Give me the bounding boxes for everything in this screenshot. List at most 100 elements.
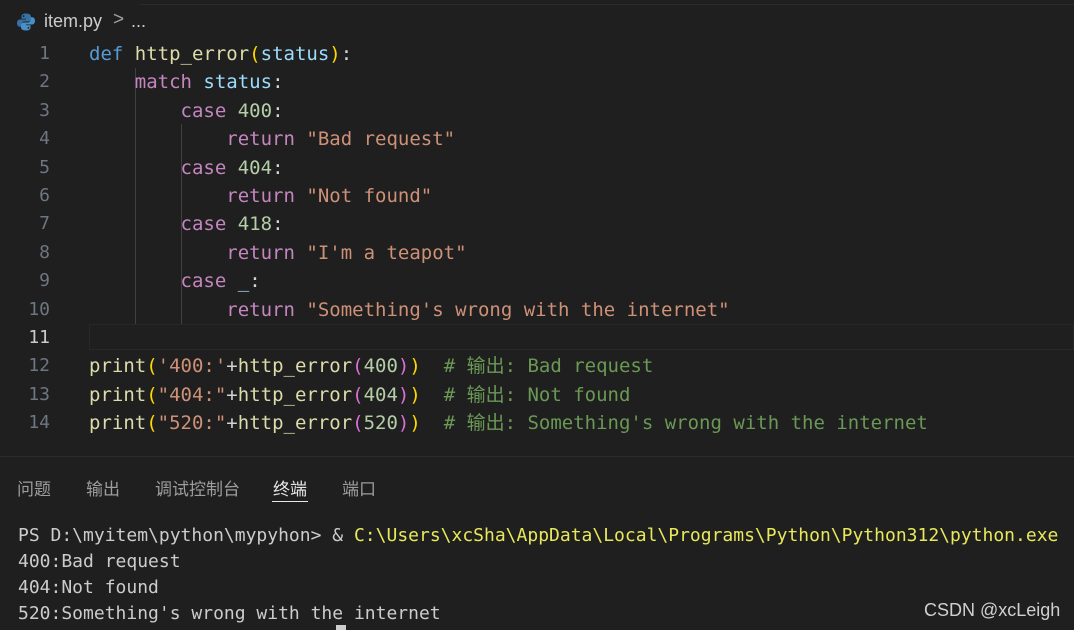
code-text: print('400:'+http_error(400)) # 输出: Bad … [89,352,653,380]
code-token: + [226,412,238,435]
code-token: print [89,383,147,406]
line-number: 1 [39,43,50,64]
code-text: case _: [89,267,261,295]
code-token: + [226,355,238,378]
code-token: ) [409,412,421,435]
breadcrumb-more[interactable]: ... [131,11,146,32]
code-editor[interactable]: 1 def http_error(status): 2 match status: 3… [0,40,1074,450]
code-token: "Something's wrong with the internet" [306,298,730,321]
code-token: case [180,213,227,236]
code-token: return [226,298,295,321]
code-token: # 输出: Something's wrong with the interne… [443,412,928,435]
code-token: print [89,412,147,435]
code-line[interactable]: 11 [0,324,1074,352]
code-token: return [226,128,295,151]
tab-terminal[interactable]: 终端 [273,475,307,500]
panel-divider [0,456,1074,457]
terminal-operator: & [332,525,354,546]
code-line[interactable]: 4 return "Bad request" [0,125,1074,153]
code-line[interactable]: 3 case 400: [0,97,1074,125]
top-divider [140,4,1074,5]
code-token: status [260,43,330,65]
code-line[interactable]: 12 print('400:'+http_error(400)) # 输出: Ba… [0,352,1074,380]
line-number: 2 [39,71,50,93]
code-text: return "I'm a teapot" [89,239,466,267]
code-token: # 输出: Bad request [443,355,654,378]
code-line[interactable]: 14 print("520:"+http_error(520)) # 输出: So… [0,409,1074,437]
code-token: : [272,71,284,94]
code-token: http_error [134,43,250,65]
code-token: ( [146,383,158,406]
tab-output[interactable]: 输出 [86,475,120,500]
code-line[interactable]: 2 match status: [0,68,1074,96]
line-number: 12 [28,355,50,377]
code-token: : [272,156,284,179]
code-line[interactable]: 13 print("404:"+http_error(404)) # 输出: No… [0,381,1074,409]
line-number: 8 [39,241,50,263]
code-line[interactable]: 10 return "Something's wrong with the in… [0,296,1074,324]
code-token: ( [146,412,158,435]
code-token: print [89,355,147,378]
code-token: 404 [363,383,398,406]
code-text: def http_error(status): [89,40,352,68]
code-token: ( [146,355,158,378]
code-token: 400 [363,355,398,378]
code-line[interactable]: 5 case 404: [0,154,1074,182]
code-token: ( [352,383,364,406]
code-token: 418 [237,213,273,236]
active-tab-indicator [272,501,308,502]
terminal-output-line: 520:Something's wrong with the internet [18,603,441,624]
code-token: status [203,71,273,94]
code-token: '400:' [157,355,227,378]
watermark: CSDN @xcLeigh [924,600,1061,620]
code-token: : [249,270,261,293]
code-token: ) [397,383,410,406]
terminal[interactable]: PS D:\myitem\python\mypyhon> & C:\Users\… [0,520,1074,630]
line-number: 3 [39,99,50,121]
tab-ports[interactable]: 端口 [342,475,376,500]
code-token: _ [237,270,250,293]
code-text: case 400: [89,97,284,125]
code-text: match status: [89,68,284,96]
code-token: http_error [237,412,353,435]
code-token: http_error [237,383,353,406]
code-token: 404 [237,156,273,179]
code-token: case [180,270,227,293]
code-line[interactable]: 8 return "I'm a teapot" [0,239,1074,267]
tab-problems[interactable]: 问题 [17,475,51,500]
code-line[interactable]: 7 case 418: [0,210,1074,238]
code-token: ) [397,412,410,435]
tab-debug-console[interactable]: 调试控制台 [155,475,240,500]
breadcrumb-file[interactable]: item.py [44,11,102,32]
code-text: case 418: [89,210,284,238]
code-text: print("404:"+http_error(404)) # 输出: Not … [89,381,630,409]
code-text: return "Not found" [89,182,432,210]
terminal-command-line: PS D:\myitem\python\mypyhon> & C:\Users\… [18,523,1058,549]
terminal-output-line: 404:Not found [18,577,159,598]
code-token: ) [409,355,421,378]
code-token: : [272,99,284,122]
code-line[interactable]: 9 case _: [0,267,1074,295]
code-token: match [134,71,192,94]
terminal-output-line: 400:Bad request [18,551,181,572]
line-number: 11 [28,327,50,348]
line-number: 5 [39,156,50,178]
code-token: + [226,383,238,406]
line-number: 4 [39,128,50,150]
code-token: # 输出: Not found [443,383,631,406]
code-line[interactable]: 6 return "Not found" [0,182,1074,210]
code-token: 400 [237,99,273,122]
code-line[interactable]: 1 def http_error(status): [0,40,1074,68]
